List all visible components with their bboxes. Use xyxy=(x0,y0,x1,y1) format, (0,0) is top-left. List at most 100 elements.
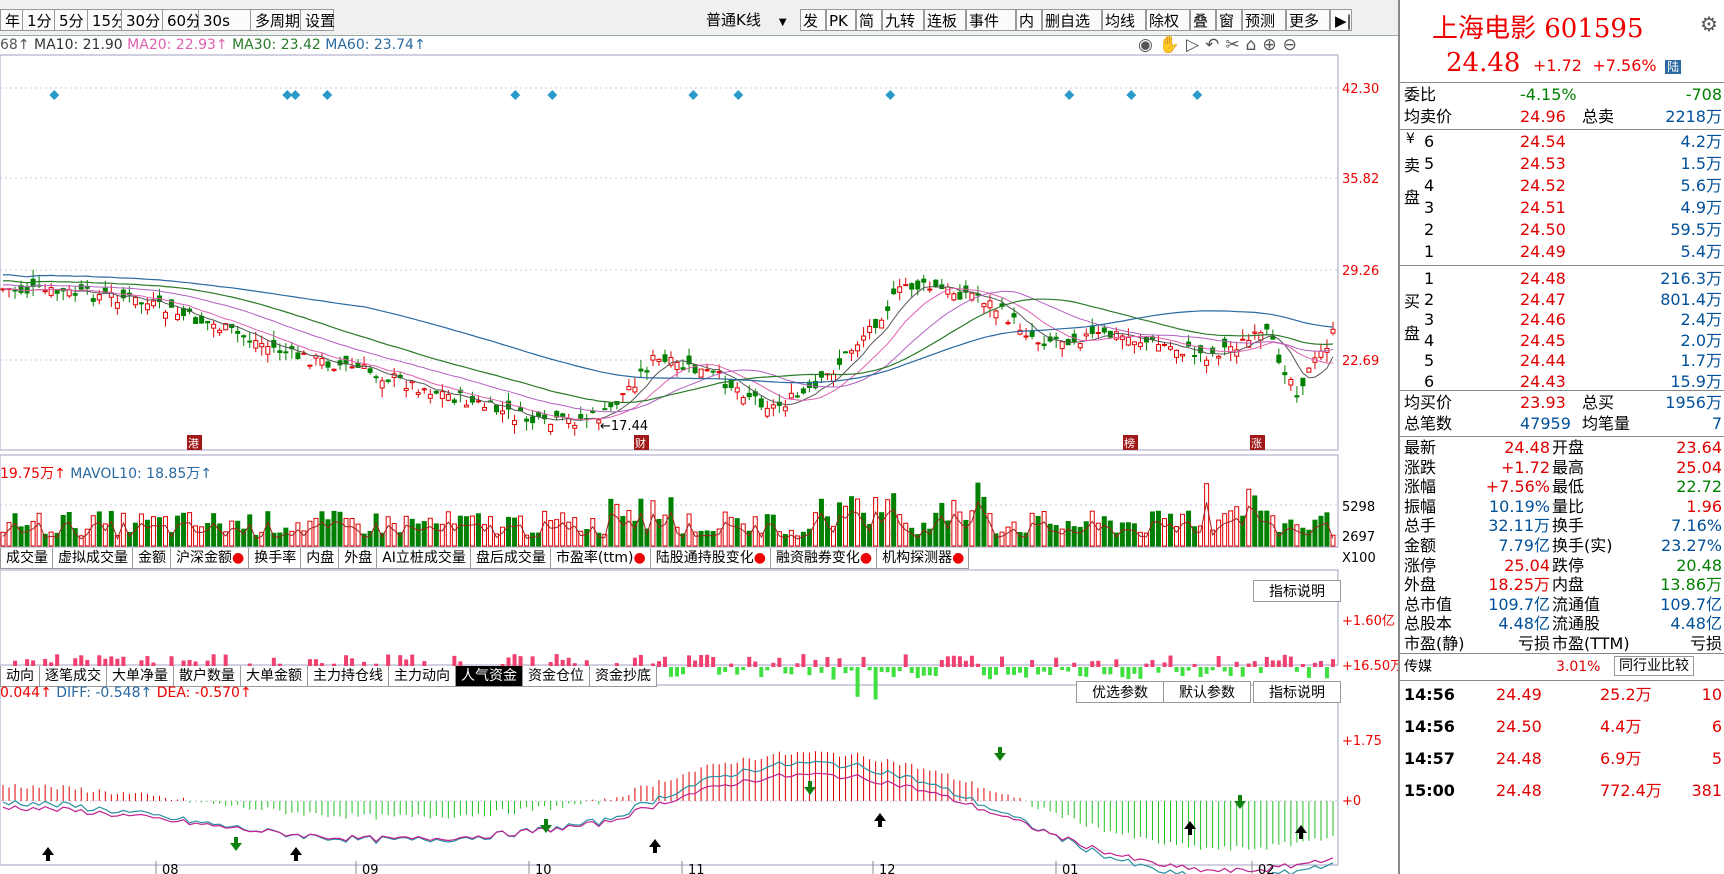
volume-bar xyxy=(1065,520,1071,547)
candle-body xyxy=(794,395,800,398)
chart-tools: ◉✋▷↶✂⌂⊕⊖ xyxy=(1138,35,1303,55)
volume-bar xyxy=(1083,521,1089,547)
zoom-out-icon[interactable]: ⊖ xyxy=(1283,35,1303,55)
flow-bar xyxy=(969,655,974,667)
tool-button-10[interactable]: 叠 xyxy=(1190,9,1216,31)
indicator-tab-11[interactable]: 融资融券变化● xyxy=(769,548,878,569)
candle-body xyxy=(349,366,355,369)
sell-level-row[interactable]: 3 24.51 4.9万 xyxy=(1400,197,1724,219)
industry-pct: 3.01% xyxy=(1556,659,1601,675)
indicator-tab-7[interactable]: AI立桩成交量 xyxy=(376,548,471,569)
indicator-tab-9[interactable]: 市盈率(ttm)● xyxy=(549,548,651,569)
tool-button-5[interactable]: 事件 xyxy=(966,9,1016,31)
tool-button-4[interactable]: 连板 xyxy=(924,9,966,31)
candle-body xyxy=(331,368,337,371)
tool-button-3[interactable]: 九转 xyxy=(882,9,924,31)
volume-bar xyxy=(1125,522,1131,547)
candle-body xyxy=(1216,355,1222,359)
fund-tab-5[interactable]: 主力持仓线 xyxy=(307,666,389,687)
eye-icon[interactable]: ◉ xyxy=(1138,35,1159,55)
settings-gear-icon[interactable]: ⚙ xyxy=(1700,12,1718,36)
candle-body xyxy=(1294,395,1300,398)
optimal-params-button[interactable]: 优选参数 xyxy=(1076,681,1164,703)
sell-level-row[interactable]: 5 24.53 1.5万 xyxy=(1400,153,1724,175)
indicator-tab-6[interactable]: 外盘 xyxy=(338,548,378,569)
indicator-tab-4[interactable]: 换手率 xyxy=(248,548,302,569)
vol-tick-label: 5298 xyxy=(1342,500,1375,515)
industry-compare-button[interactable]: 同行业比较 xyxy=(1614,656,1694,676)
tool-button-7[interactable]: 删自选 xyxy=(1042,9,1102,31)
indicator-tab-10[interactable]: 陆股通持股变化● xyxy=(649,548,771,569)
period-button-0[interactable]: 年 xyxy=(0,9,23,31)
candle-body xyxy=(1041,343,1047,347)
volume-bar xyxy=(861,512,867,547)
candle-body xyxy=(283,351,289,354)
sell-level-row[interactable]: 2 24.50 59.5万 xyxy=(1400,219,1724,241)
buy-level-row[interactable]: 5 24.44 1.7万 xyxy=(1400,350,1724,372)
sell-level-row[interactable]: 1 24.49 5.4万 xyxy=(1400,241,1724,263)
indicator-tab-0[interactable]: 成交量 xyxy=(0,548,53,569)
volume-bar xyxy=(457,515,463,547)
buy-level-row[interactable]: 2 24.47 801.4万 xyxy=(1400,289,1724,311)
volume-bar xyxy=(181,512,187,547)
indicator-tab-2[interactable]: 金额 xyxy=(132,548,171,569)
period-button-5[interactable]: 60分 xyxy=(162,9,201,31)
scissors-icon[interactable]: ✂ xyxy=(1225,35,1245,55)
tool-button-6[interactable]: 内 xyxy=(1016,9,1042,31)
play-icon[interactable]: ▷ xyxy=(1186,35,1205,55)
indicator-tab-1[interactable]: 虚拟成交量 xyxy=(52,548,133,569)
buy-level-row[interactable]: 1 24.48 216.3万 xyxy=(1400,268,1724,290)
indicator-help-button-1[interactable]: 指标说明 xyxy=(1253,580,1341,602)
indicator-tab-8[interactable]: 盘后成交量 xyxy=(469,548,551,569)
tool-button-9[interactable]: 除权 xyxy=(1146,9,1190,31)
indicator-tab-12[interactable]: 机构探测器● xyxy=(876,548,970,569)
lock-icon[interactable]: ⌂ xyxy=(1246,35,1263,55)
period-button-3[interactable]: 15分 xyxy=(87,9,126,31)
indicator-help-button-2[interactable]: 指标说明 xyxy=(1253,681,1341,703)
period-button-7[interactable]: 多周期 xyxy=(250,9,301,31)
fund-tab-3[interactable]: 散户数量 xyxy=(173,666,241,687)
indicator-tab-5[interactable]: 内盘 xyxy=(300,548,340,569)
stat-row: 涨停 25.04 跌停 20.48 xyxy=(1400,556,1724,576)
volume-bar xyxy=(548,520,554,547)
zoom-in-icon[interactable]: ⊕ xyxy=(1262,35,1282,55)
period-button-4[interactable]: 30分 xyxy=(121,9,163,31)
fund-tab-1[interactable]: 逐笔成交 xyxy=(39,666,107,687)
sell-level-row[interactable]: 6 24.54 4.2万 xyxy=(1400,131,1724,153)
kline-type-select[interactable]: 普通K线 ▼ xyxy=(702,9,798,31)
signal-diamond-icon xyxy=(885,90,896,100)
tool-button-0[interactable]: 发 xyxy=(800,9,826,31)
flow-bar xyxy=(957,656,962,667)
period-button-1[interactable]: 1分 xyxy=(22,9,55,31)
kline-chart-svg[interactable]: 42.30 35.82 29.26 22.69 ←17.44 港 财 榜 涨 5298 2697 X1… xyxy=(0,35,1398,874)
tool-button-13[interactable]: 更多 xyxy=(1286,9,1330,31)
period-button-2[interactable]: 5分 xyxy=(54,9,88,31)
fund-tab-9[interactable]: 资金抄底 xyxy=(589,666,657,687)
buy-level-row[interactable]: 4 24.45 2.0万 xyxy=(1400,330,1724,352)
hand-icon[interactable]: ✋ xyxy=(1159,35,1186,55)
tool-button-8[interactable]: 均线 xyxy=(1102,9,1146,31)
fund-tab-7[interactable]: 人气资金 xyxy=(455,666,523,687)
tool-button-12[interactable]: 预测 xyxy=(1242,9,1286,31)
period-button-6[interactable]: 30s xyxy=(198,9,251,31)
fund-tab-4[interactable]: 大单金额 xyxy=(240,666,308,687)
tool-button-1[interactable]: PK xyxy=(826,9,856,31)
fund-tab-2[interactable]: 大单净量 xyxy=(106,666,174,687)
expand-right-icon[interactable]: ▶| xyxy=(1330,9,1352,31)
fund-tab-0[interactable]: 动向 xyxy=(0,666,40,687)
fund-tab-6[interactable]: 主力动向 xyxy=(388,666,456,687)
volume-bar xyxy=(144,519,150,547)
period-button-8[interactable]: 设置 xyxy=(300,9,335,31)
flow-bar xyxy=(1180,667,1185,677)
sell-level-row[interactable]: 4 24.52 5.6万 xyxy=(1400,175,1724,197)
candle-body xyxy=(572,424,578,429)
fund-tab-8[interactable]: 资金仓位 xyxy=(522,666,590,687)
total-trades-label: 总笔数 xyxy=(1404,414,1453,433)
undo-icon[interactable]: ↶ xyxy=(1205,35,1225,55)
default-params-button[interactable]: 默认参数 xyxy=(1163,681,1251,703)
tool-button-11[interactable]: 窗 xyxy=(1216,9,1242,31)
indicator-tab-3[interactable]: 沪深金额● xyxy=(170,548,250,569)
buy-level-row[interactable]: 3 24.46 2.4万 xyxy=(1400,309,1724,331)
volume-bar xyxy=(1228,510,1234,547)
tool-button-2[interactable]: 简 xyxy=(856,9,882,31)
